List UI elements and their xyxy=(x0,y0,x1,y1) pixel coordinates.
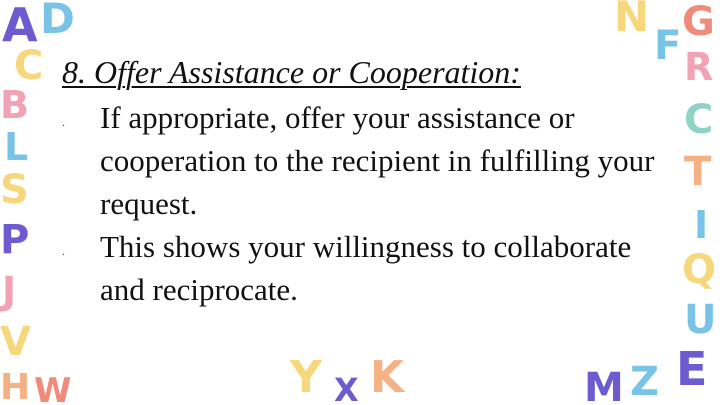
letter-j-decoration: J xyxy=(2,269,17,313)
letter-t-decoration: T xyxy=(684,149,712,195)
bullet-item: . If appropriate, offer your assistance … xyxy=(56,96,666,225)
bullet-item: . This shows your willingness to collabo… xyxy=(56,225,666,311)
bullet-text: This shows your willingness to collabora… xyxy=(100,229,632,307)
letter-d-decoration: D xyxy=(40,0,75,43)
letter-a-decoration: A xyxy=(2,0,38,52)
letter-u-decoration: U xyxy=(684,297,717,343)
letter-n-decoration: N xyxy=(614,0,650,41)
letter-w-decoration: W xyxy=(34,371,72,405)
bullet-text: If appropriate, offer your assistance or… xyxy=(100,100,655,221)
letter-z-decoration: Z xyxy=(630,359,660,405)
letter-e-decoration: E xyxy=(676,342,708,396)
bullet-list: . If appropriate, offer your assistance … xyxy=(56,96,666,311)
letter-q-decoration: Q xyxy=(682,247,717,293)
letter-h-decoration: H xyxy=(0,367,31,405)
letter-c-right-decoration: C xyxy=(684,97,714,143)
letter-k-decoration: K xyxy=(370,352,405,403)
letter-p-decoration: P xyxy=(0,217,30,263)
letter-m-decoration: M xyxy=(584,365,624,405)
letter-g-decoration: G xyxy=(682,0,715,45)
bullet-marker: . xyxy=(62,247,66,258)
slide: A D C B L S P J V H W N G F R C T I Q U … xyxy=(0,0,720,405)
letter-c-decoration: C xyxy=(14,43,44,89)
letter-b-decoration: B xyxy=(0,83,29,127)
letter-i-decoration: I xyxy=(694,203,709,247)
letter-f-decoration: F xyxy=(654,23,682,69)
letter-v-decoration: V xyxy=(0,319,31,365)
bullet-marker: . xyxy=(62,118,66,129)
letter-s-decoration: S xyxy=(0,167,29,213)
letter-r-decoration: R xyxy=(684,45,714,89)
slide-title: 8. Offer Assistance or Cooperation: xyxy=(62,54,521,90)
letter-y-decoration: Y xyxy=(290,352,322,403)
letter-l-decoration: L xyxy=(4,125,29,169)
letter-x-decoration: X xyxy=(334,371,359,405)
